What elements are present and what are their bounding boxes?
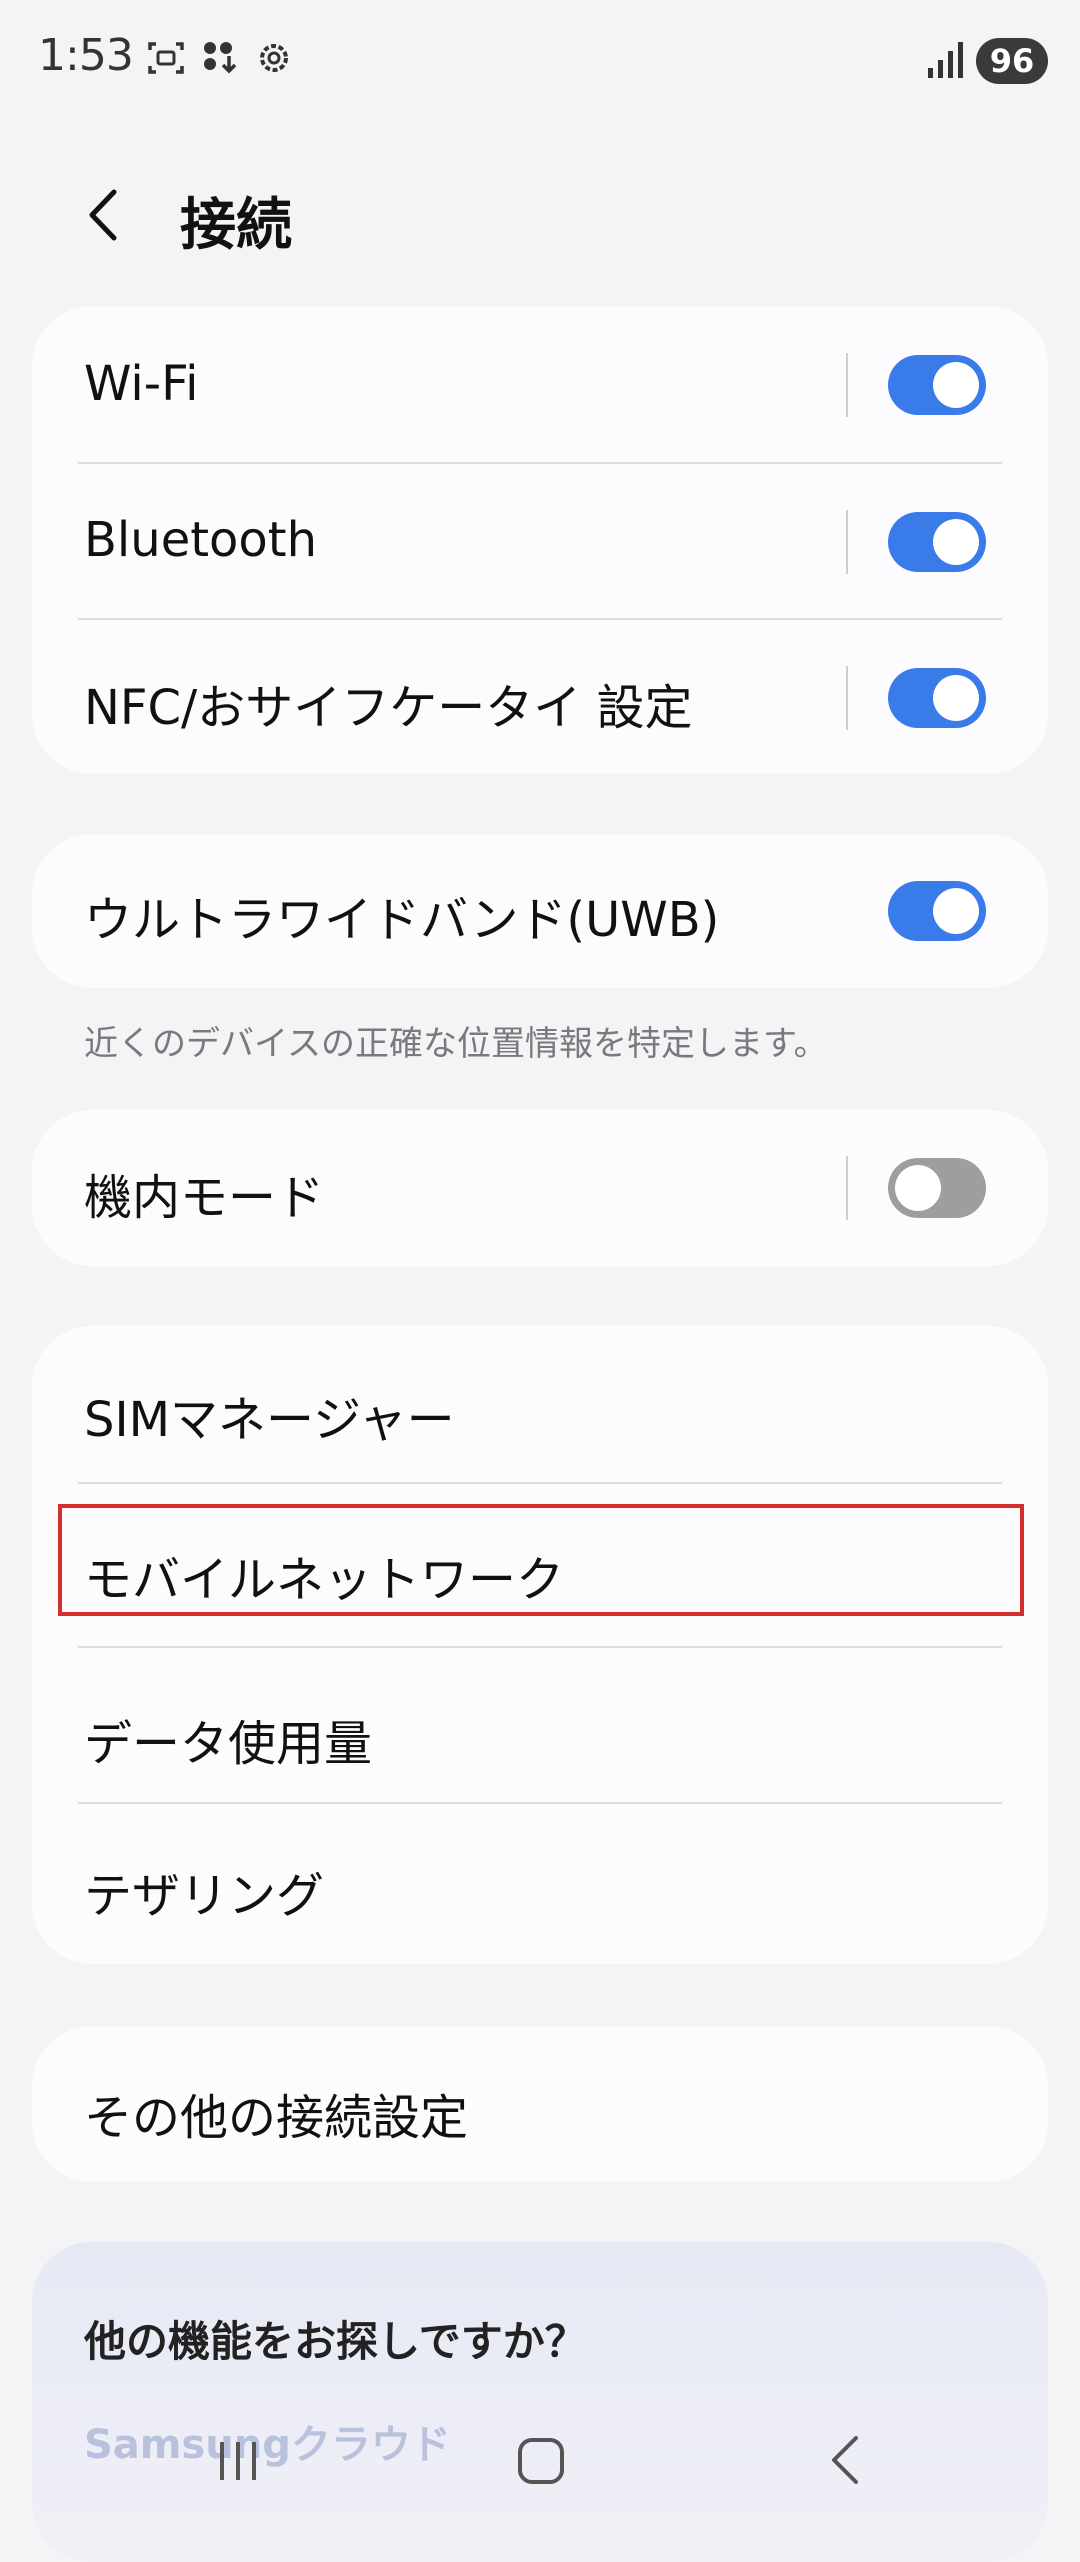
- apps-download-icon: [204, 42, 237, 74]
- connection-toggles-card: Wi-Fi Bluetooth NFC/おサイフケータイ 設定: [32, 306, 1048, 774]
- data-usage-label: データ使用量: [84, 1716, 373, 1772]
- navigation-bar: [0, 2400, 1080, 2520]
- status-time: 1:53: [38, 30, 134, 81]
- toggle-knob: [933, 362, 979, 408]
- tethering-row[interactable]: テザリング: [32, 1804, 1048, 1964]
- data-usage-row[interactable]: データ使用量: [32, 1648, 1048, 1804]
- battery-icon: 96: [976, 38, 1048, 84]
- toggle-knob: [933, 519, 979, 565]
- wifi-toggle[interactable]: [888, 355, 986, 415]
- battery-level: 96: [989, 42, 1035, 80]
- home-icon[interactable]: [500, 2420, 580, 2500]
- sim-manager-label: SIMマネージャー: [84, 1392, 455, 1448]
- row-separator: [846, 353, 848, 417]
- uwb-toggle[interactable]: [888, 881, 986, 941]
- app-header: 接続: [0, 160, 1080, 270]
- airplane-mode-card: 機内モード: [32, 1110, 1048, 1266]
- uwb-label: ウルトラワイドバンド(UWB): [84, 892, 720, 948]
- row-separator: [846, 1156, 848, 1220]
- toggle-knob: [933, 888, 979, 934]
- wifi-label: Wi-Fi: [84, 356, 199, 412]
- page-title: 接続: [180, 193, 292, 258]
- bluetooth-label: Bluetooth: [84, 512, 318, 568]
- nfc-toggle[interactable]: [888, 668, 986, 728]
- other-settings-card: その他の接続設定: [32, 2026, 1048, 2182]
- sim-manager-row[interactable]: SIMマネージャー: [32, 1326, 1048, 1482]
- toggle-knob: [895, 1165, 941, 1211]
- back-icon[interactable]: [804, 2420, 884, 2500]
- network-card: SIMマネージャー モバイルネットワーク データ使用量 テザリング: [32, 1326, 1048, 1964]
- uwb-card: ウルトラワイドバンド(UWB): [32, 834, 1048, 988]
- row-separator: [846, 666, 848, 730]
- airplane-mode-toggle[interactable]: [888, 1158, 986, 1218]
- signal-icon: [928, 42, 963, 78]
- promo-title: 他の機能をお探しですか？: [84, 2317, 587, 2366]
- wifi-row[interactable]: Wi-Fi: [32, 306, 1048, 464]
- bluetooth-row[interactable]: Bluetooth: [32, 464, 1048, 620]
- bluetooth-toggle[interactable]: [888, 512, 986, 572]
- recents-icon[interactable]: [198, 2420, 278, 2500]
- airplane-mode-label: 機内モード: [84, 1170, 325, 1226]
- notification-icons: [146, 38, 294, 78]
- nfc-row[interactable]: NFC/おサイフケータイ 設定: [32, 620, 1048, 774]
- row-separator: [846, 510, 848, 574]
- highlight-box: [58, 1504, 1024, 1616]
- chevron-left-icon[interactable]: [72, 182, 138, 248]
- uwb-description: 近くのデバイスの正確な位置情報を特定します。: [84, 1024, 828, 1064]
- airplane-mode-row[interactable]: 機内モード: [32, 1110, 1048, 1266]
- toggle-knob: [933, 675, 979, 721]
- status-bar: 1:53 96: [0, 0, 1080, 124]
- uwb-row[interactable]: ウルトラワイドバンド(UWB): [32, 834, 1048, 988]
- other-settings-row[interactable]: その他の接続設定: [32, 2026, 1048, 2182]
- settings-gear-icon: [260, 44, 288, 72]
- other-settings-label: その他の接続設定: [84, 2090, 469, 2146]
- screenshot-icon: [148, 42, 184, 74]
- nfc-label: NFC/おサイフケータイ 設定: [84, 680, 693, 736]
- tethering-label: テザリング: [84, 1868, 325, 1924]
